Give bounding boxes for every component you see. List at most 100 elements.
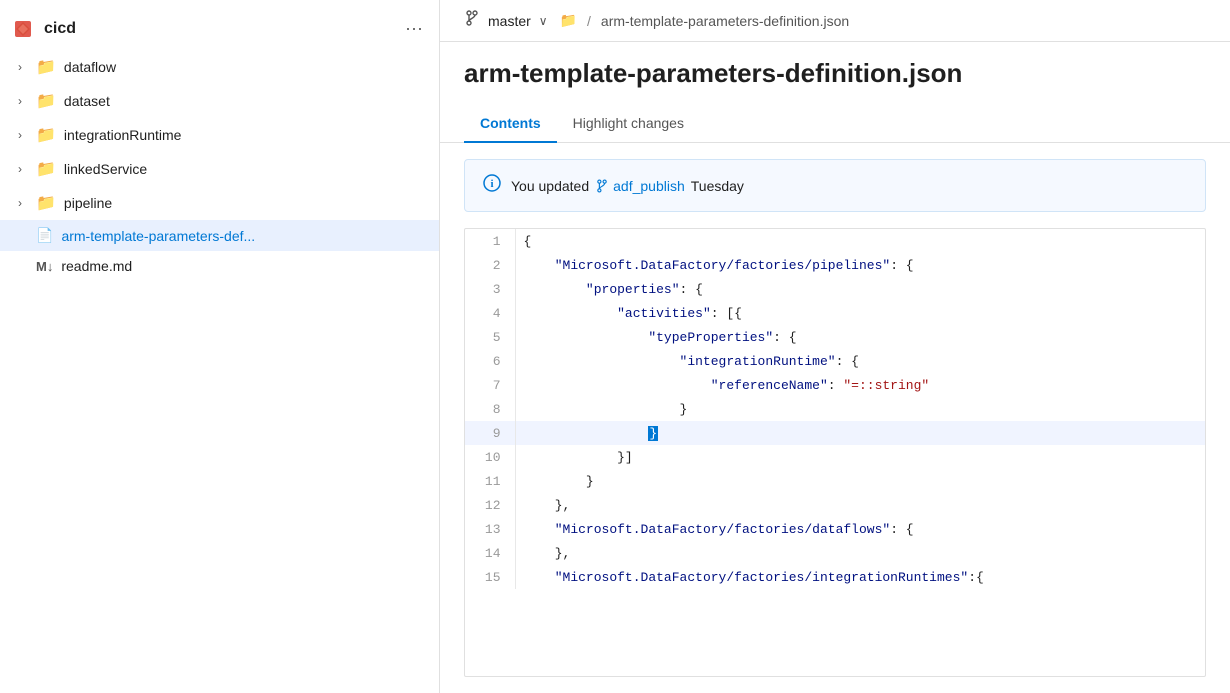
- chevron-icon: ›: [12, 128, 28, 142]
- file-title: arm-template-parameters-definition.json: [464, 58, 1206, 89]
- branch-icon: [464, 10, 480, 31]
- sidebar-item-label: linkedService: [64, 161, 147, 177]
- line-content: "Microsoft.DataFactory/factories/dataflo…: [515, 517, 1205, 541]
- line-number: 11: [465, 469, 515, 493]
- sidebar-item-label: arm-template-parameters-def...: [61, 228, 255, 244]
- line-content: "Microsoft.DataFactory/factories/pipelin…: [515, 253, 1205, 277]
- info-banner: i You updated adf_publish Tuesday: [464, 159, 1206, 212]
- line-number: 13: [465, 517, 515, 541]
- table-row: 6 "integrationRuntime": {: [465, 349, 1205, 373]
- branch-chevron-icon[interactable]: ∨: [539, 14, 548, 28]
- line-content: },: [515, 493, 1205, 517]
- branch-link-icon: [595, 179, 609, 193]
- breadcrumb-separator: /: [587, 13, 591, 29]
- table-row: 4 "activities": [{: [465, 301, 1205, 325]
- tab-contents[interactable]: Contents: [464, 105, 557, 143]
- sidebar-item-readme[interactable]: › M↓ readme.md: [0, 251, 439, 281]
- line-content: "referenceName": "=::string": [515, 373, 1205, 397]
- line-number: 4: [465, 301, 515, 325]
- line-number: 5: [465, 325, 515, 349]
- table-row: 9 }: [465, 421, 1205, 445]
- sidebar-header: cicd ⋯: [0, 8, 439, 50]
- branch-name[interactable]: master: [488, 13, 531, 29]
- repo-name: cicd: [44, 20, 76, 38]
- line-number: 3: [465, 277, 515, 301]
- line-content: "Microsoft.DataFactory/factories/integra…: [515, 565, 1205, 589]
- table-row: 12 },: [465, 493, 1205, 517]
- sidebar-item-pipeline[interactable]: › 📁 pipeline: [0, 186, 439, 220]
- chevron-icon: ›: [12, 196, 28, 210]
- sidebar-item-integrationruntime[interactable]: › 📁 integrationRuntime: [0, 118, 439, 152]
- code-editor[interactable]: 1{2 "Microsoft.DataFactory/factories/pip…: [464, 228, 1206, 677]
- line-content: "properties": {: [515, 277, 1205, 301]
- line-content: }: [515, 469, 1205, 493]
- sidebar-item-label: integrationRuntime: [64, 127, 182, 143]
- line-content: },: [515, 541, 1205, 565]
- sidebar: cicd ⋯ › 📁 dataflow › 📁 dataset › 📁 inte…: [0, 0, 440, 693]
- chevron-icon: ›: [12, 94, 28, 108]
- line-number: 2: [465, 253, 515, 277]
- sidebar-header-left: cicd: [12, 18, 76, 40]
- folder-icon: 📁: [36, 91, 56, 111]
- table-row: 2 "Microsoft.DataFactory/factories/pipel…: [465, 253, 1205, 277]
- line-content: {: [515, 229, 1205, 253]
- line-content: }]: [515, 445, 1205, 469]
- branch-link-text: adf_publish: [613, 178, 685, 194]
- you-updated-text: You updated: [511, 178, 589, 194]
- table-row: 10 }]: [465, 445, 1205, 469]
- day-text: Tuesday: [691, 178, 744, 194]
- folder-icon: 📁: [36, 159, 56, 179]
- line-number: 14: [465, 541, 515, 565]
- folder-icon: 📁: [36, 193, 56, 213]
- tab-bar: Contents Highlight changes: [440, 105, 1230, 143]
- table-row: 8 }: [465, 397, 1205, 421]
- table-row: 14 },: [465, 541, 1205, 565]
- table-row: 13 "Microsoft.DataFactory/factories/data…: [465, 517, 1205, 541]
- sidebar-item-label: dataset: [64, 93, 110, 109]
- file-header: arm-template-parameters-definition.json: [440, 42, 1230, 105]
- line-content: "integrationRuntime": {: [515, 349, 1205, 373]
- info-icon: i: [483, 174, 501, 197]
- table-row: 5 "typeProperties": {: [465, 325, 1205, 349]
- line-number: 12: [465, 493, 515, 517]
- chevron-icon: ›: [12, 60, 28, 74]
- table-row: 3 "properties": {: [465, 277, 1205, 301]
- svg-text:i: i: [490, 178, 493, 190]
- sidebar-item-dataset[interactable]: › 📁 dataset: [0, 84, 439, 118]
- branch-link[interactable]: adf_publish: [595, 178, 685, 194]
- more-options-icon[interactable]: ⋯: [405, 19, 423, 40]
- line-number: 1: [465, 229, 515, 253]
- line-content: "typeProperties": {: [515, 325, 1205, 349]
- breadcrumb-folder-icon: 📁: [560, 12, 577, 29]
- sidebar-item-dataflow[interactable]: › 📁 dataflow: [0, 50, 439, 84]
- table-row: 15 "Microsoft.DataFactory/factories/inte…: [465, 565, 1205, 589]
- main-content: master ∨ 📁 / arm-template-parameters-def…: [440, 0, 1230, 693]
- file-icon: 📄: [36, 227, 53, 244]
- line-number: 10: [465, 445, 515, 469]
- line-number: 6: [465, 349, 515, 373]
- table-row: 11 }: [465, 469, 1205, 493]
- tab-highlight-changes[interactable]: Highlight changes: [557, 105, 700, 143]
- line-content: }: [515, 421, 1205, 445]
- markdown-icon: M↓: [36, 259, 53, 274]
- code-table: 1{2 "Microsoft.DataFactory/factories/pip…: [465, 229, 1205, 589]
- sidebar-item-label: readme.md: [61, 258, 132, 274]
- line-content: }: [515, 397, 1205, 421]
- folder-icon: 📁: [36, 57, 56, 77]
- breadcrumb-filename: arm-template-parameters-definition.json: [601, 13, 849, 29]
- table-row: 7 "referenceName": "=::string": [465, 373, 1205, 397]
- table-row: 1{: [465, 229, 1205, 253]
- line-content: "activities": [{: [515, 301, 1205, 325]
- line-number: 15: [465, 565, 515, 589]
- folder-icon: 📁: [36, 125, 56, 145]
- cursor: }: [648, 426, 658, 441]
- sidebar-item-label: dataflow: [64, 59, 116, 75]
- breadcrumb-bar: master ∨ 📁 / arm-template-parameters-def…: [440, 0, 1230, 42]
- line-number: 9: [465, 421, 515, 445]
- repo-icon: [12, 18, 34, 40]
- sidebar-item-linkedservice[interactable]: › 📁 linkedService: [0, 152, 439, 186]
- sidebar-item-arm-template[interactable]: › 📄 arm-template-parameters-def...: [0, 220, 439, 251]
- line-number: 8: [465, 397, 515, 421]
- sidebar-item-label: pipeline: [64, 195, 112, 211]
- line-number: 7: [465, 373, 515, 397]
